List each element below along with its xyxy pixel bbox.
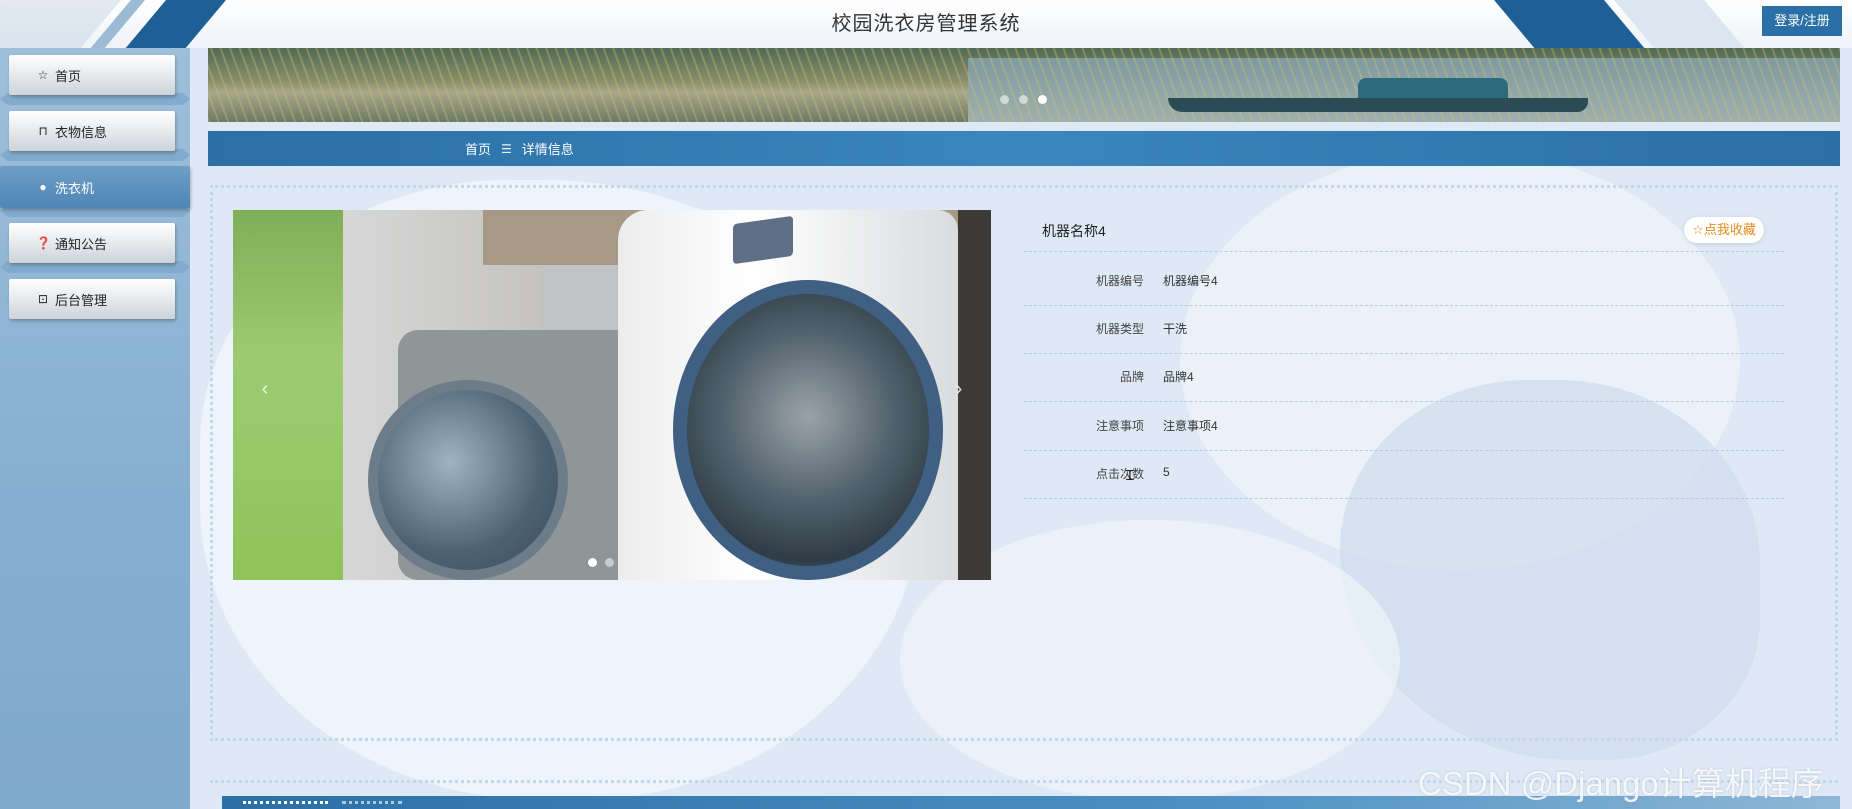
sidebar-item-label: 通知公告 xyxy=(55,236,108,252)
sidebar-item-label: 后台管理 xyxy=(55,292,108,308)
machine-name-title: 机器名称4 xyxy=(1042,223,1106,239)
detail-row: 品牌 品牌4 xyxy=(1024,354,1784,402)
breadcrumb: 首页 ☰ 详情信息 xyxy=(208,131,1840,166)
banner-reeds xyxy=(208,48,1840,122)
detail-row: 注意事项 注意事项4 xyxy=(1024,403,1784,451)
detail-row: 点击次数 5 xyxy=(1024,451,1784,499)
bottom-decoration xyxy=(243,801,402,805)
detail-value: 机器编号4 xyxy=(1163,274,1218,288)
sidebar-item-washing-machine[interactable]: ● 洗衣机 xyxy=(0,166,190,208)
image-control-panel xyxy=(733,215,793,265)
detail-value: 品牌4 xyxy=(1163,370,1194,384)
detail-label: 品牌 xyxy=(1119,370,1144,384)
text-cursor-icon: Ɪ xyxy=(1126,467,1134,483)
sidebar: ☆ 首页 ⊓ 衣物信息 ● 洗衣机 ❓ 通知公告 ⊡ 后台管理 xyxy=(0,48,190,809)
carousel-prev-arrow-icon[interactable]: ‹ xyxy=(255,378,275,401)
sidebar-item-notices[interactable]: ❓ 通知公告 xyxy=(9,223,175,263)
image-washer-door-left xyxy=(368,380,568,580)
breadcrumb-separator-icon: ☰ xyxy=(501,141,512,156)
detail-value: 注意事项4 xyxy=(1163,419,1218,433)
dotted-line xyxy=(243,801,328,805)
sidebar-item-label: 洗衣机 xyxy=(55,180,95,196)
carousel-dot-active[interactable] xyxy=(1038,95,1047,104)
detail-value: 干洗 xyxy=(1163,322,1188,336)
carousel-dot-active[interactable] xyxy=(588,558,597,567)
top-banner-carousel[interactable] xyxy=(208,48,1840,122)
carousel-next-arrow-icon[interactable]: › xyxy=(949,378,969,401)
site-title: 校园洗衣房管理系统 xyxy=(831,13,1021,35)
briefcase-icon: ⊡ xyxy=(37,292,49,306)
banner-boat xyxy=(1168,98,1588,112)
login-register-button[interactable]: 登录/注册 xyxy=(1762,6,1842,36)
banner-carousel-dots xyxy=(1000,95,1047,104)
product-image-carousel[interactable]: ‹ › xyxy=(233,210,991,580)
help-circle-icon: ❓ xyxy=(36,236,51,250)
sidebar-item-home[interactable]: ☆ 首页 xyxy=(9,55,175,95)
image-grass xyxy=(233,210,343,580)
watermark: CSDN @Django计算机程序 xyxy=(1418,765,1824,802)
detail-label: 机器编号 xyxy=(1095,274,1144,288)
gallery-carousel-dots xyxy=(588,558,614,567)
divider xyxy=(1024,251,1784,252)
sidebar-item-clothes-info[interactable]: ⊓ 衣物信息 xyxy=(9,111,175,151)
circle-icon: ● xyxy=(39,180,47,194)
detail-row: 机器编号 机器编号4 xyxy=(1024,258,1784,306)
dotted-line xyxy=(342,801,402,805)
sidebar-item-label: 衣物信息 xyxy=(55,124,108,140)
sidebar-item-label: 首页 xyxy=(55,68,82,84)
bag-icon: ⊓ xyxy=(38,124,48,138)
sidebar-item-admin[interactable]: ⊡ 后台管理 xyxy=(9,279,175,319)
star-outline-icon: ☆ xyxy=(37,68,49,82)
top-header: 校园洗衣房管理系统 登录/注册 xyxy=(0,0,1852,48)
carousel-dot[interactable] xyxy=(1019,95,1028,104)
detail-label: 机器类型 xyxy=(1095,322,1144,336)
breadcrumb-current: 详情信息 xyxy=(521,142,574,157)
carousel-dot[interactable] xyxy=(1000,95,1009,104)
breadcrumb-home-link[interactable]: 首页 xyxy=(465,139,491,158)
carousel-dot[interactable] xyxy=(605,558,614,567)
image-washer-door-right xyxy=(673,280,943,580)
detail-row: 机器类型 干洗 xyxy=(1024,306,1784,354)
detail-label: 注意事项 xyxy=(1095,419,1144,433)
detail-value: 5 xyxy=(1163,465,1170,479)
favorite-button[interactable]: ☆点我收藏 xyxy=(1684,217,1764,243)
